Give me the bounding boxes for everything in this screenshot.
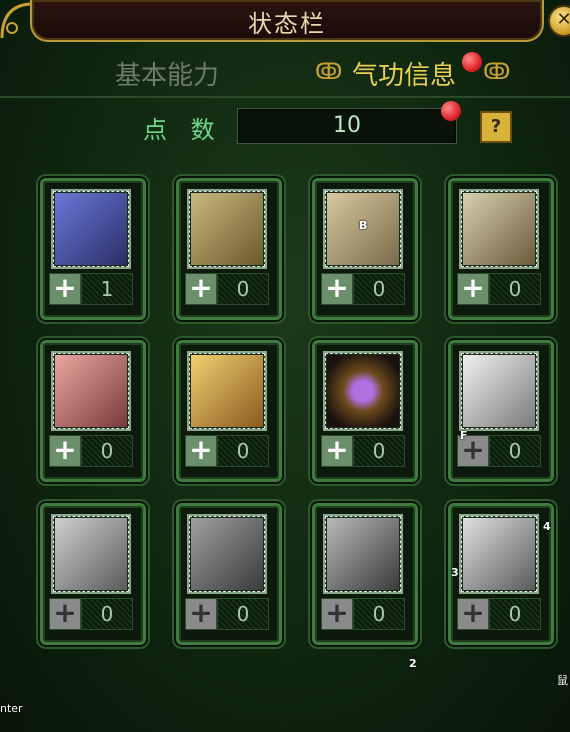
title-bar[interactable]: 状态栏	[30, 0, 544, 42]
skill-card[interactable]: +0	[312, 340, 418, 482]
tab-qigong-info[interactable]: 气功信息	[352, 55, 456, 92]
skill-level: 0	[217, 273, 269, 305]
skill-icon-frame[interactable]	[187, 351, 267, 431]
skill-level: 1	[81, 273, 133, 305]
purple-orb-icon	[327, 355, 399, 427]
skill-icon-frame[interactable]	[187, 189, 267, 269]
notification-dot-icon	[441, 101, 461, 121]
notification-dot-icon	[462, 52, 482, 72]
skill-icon-frame[interactable]	[51, 351, 131, 431]
skill-card[interactable]: +0	[176, 340, 282, 482]
beast-fight-icon	[327, 518, 399, 590]
add-point-button[interactable]: +	[49, 273, 81, 305]
dragon-icon	[55, 518, 127, 590]
skill-level: 0	[489, 435, 541, 467]
skill-card[interactable]: +0	[448, 503, 554, 645]
marker-4: 4	[543, 520, 551, 533]
add-point-button[interactable]: +	[49, 598, 81, 630]
skill-icon-frame[interactable]	[51, 514, 131, 594]
skill-card[interactable]: +0	[448, 178, 554, 320]
close-button[interactable]: ✕	[548, 5, 570, 37]
skill-icon-frame[interactable]	[459, 351, 539, 431]
feather-blade-icon	[463, 355, 535, 427]
tab-basic-ability[interactable]: 基本能力	[115, 55, 219, 92]
tab-divider	[0, 96, 570, 98]
skill-level: 0	[217, 598, 269, 630]
corner-ornament-icon	[0, 0, 40, 40]
skill-level: 0	[489, 598, 541, 630]
skill-card[interactable]: +0	[40, 503, 146, 645]
marker-2: 2	[409, 657, 417, 670]
window-title: 状态栏	[248, 10, 326, 38]
add-point-button[interactable]: +	[185, 435, 217, 467]
add-point-button[interactable]: +	[321, 598, 353, 630]
skill-level: 0	[353, 598, 405, 630]
warrior-portrait-icon	[55, 355, 127, 427]
skill-level: 0	[353, 273, 405, 305]
skill-card[interactable]: +0	[312, 503, 418, 645]
edge-text-right: 鼠	[557, 674, 568, 687]
skill-level: 0	[353, 435, 405, 467]
skill-icon-frame[interactable]	[323, 351, 403, 431]
skill-card[interactable]: +0	[448, 340, 554, 482]
skill-card[interactable]: +0	[40, 340, 146, 482]
marker-3: 3	[451, 566, 459, 579]
skill-card[interactable]: +1	[40, 178, 146, 320]
help-button[interactable]: ?	[480, 111, 512, 143]
add-point-button[interactable]: +	[49, 435, 81, 467]
monk-portrait-icon	[191, 355, 263, 427]
skill-card[interactable]: +0	[176, 178, 282, 320]
scroll-icon	[191, 193, 263, 265]
status-panel: 状态栏 ✕ 基本能力 ↂ 气功信息 ↂ 点 数 10 ? +1 +0 +0 +0 +0 +…	[0, 0, 570, 732]
add-point-button[interactable]: +	[457, 273, 489, 305]
skill-level: 0	[81, 435, 133, 467]
skill-level: 0	[217, 435, 269, 467]
marker-b: B	[359, 219, 368, 232]
add-point-button[interactable]: +	[321, 273, 353, 305]
swirl-ornament-icon: ↂ	[483, 60, 511, 85]
add-point-button[interactable]: +	[185, 273, 217, 305]
armor-icon	[191, 518, 263, 590]
add-point-button[interactable]: +	[457, 598, 489, 630]
points-field: 10	[237, 108, 457, 144]
skill-level: 0	[81, 598, 133, 630]
skill-icon-frame[interactable]	[459, 514, 539, 594]
skill-icon-frame[interactable]	[187, 514, 267, 594]
blade-icon	[55, 193, 127, 265]
marker-f: F	[460, 429, 468, 442]
skill-icon-frame[interactable]	[51, 189, 131, 269]
boulder-icon	[463, 193, 535, 265]
tiger-icon	[463, 518, 535, 590]
skill-icon-frame[interactable]	[459, 189, 539, 269]
skill-card[interactable]: +0	[176, 503, 282, 645]
skill-card[interactable]: +0	[312, 178, 418, 320]
edge-text-left: nter	[0, 702, 23, 715]
points-label: 点 数	[143, 116, 223, 144]
skill-level: 0	[489, 273, 541, 305]
points-value: 10	[333, 113, 361, 138]
skill-icon-frame[interactable]	[323, 514, 403, 594]
swirl-ornament-icon: ↂ	[315, 60, 343, 85]
add-point-button[interactable]: +	[321, 435, 353, 467]
add-point-button[interactable]: +	[185, 598, 217, 630]
